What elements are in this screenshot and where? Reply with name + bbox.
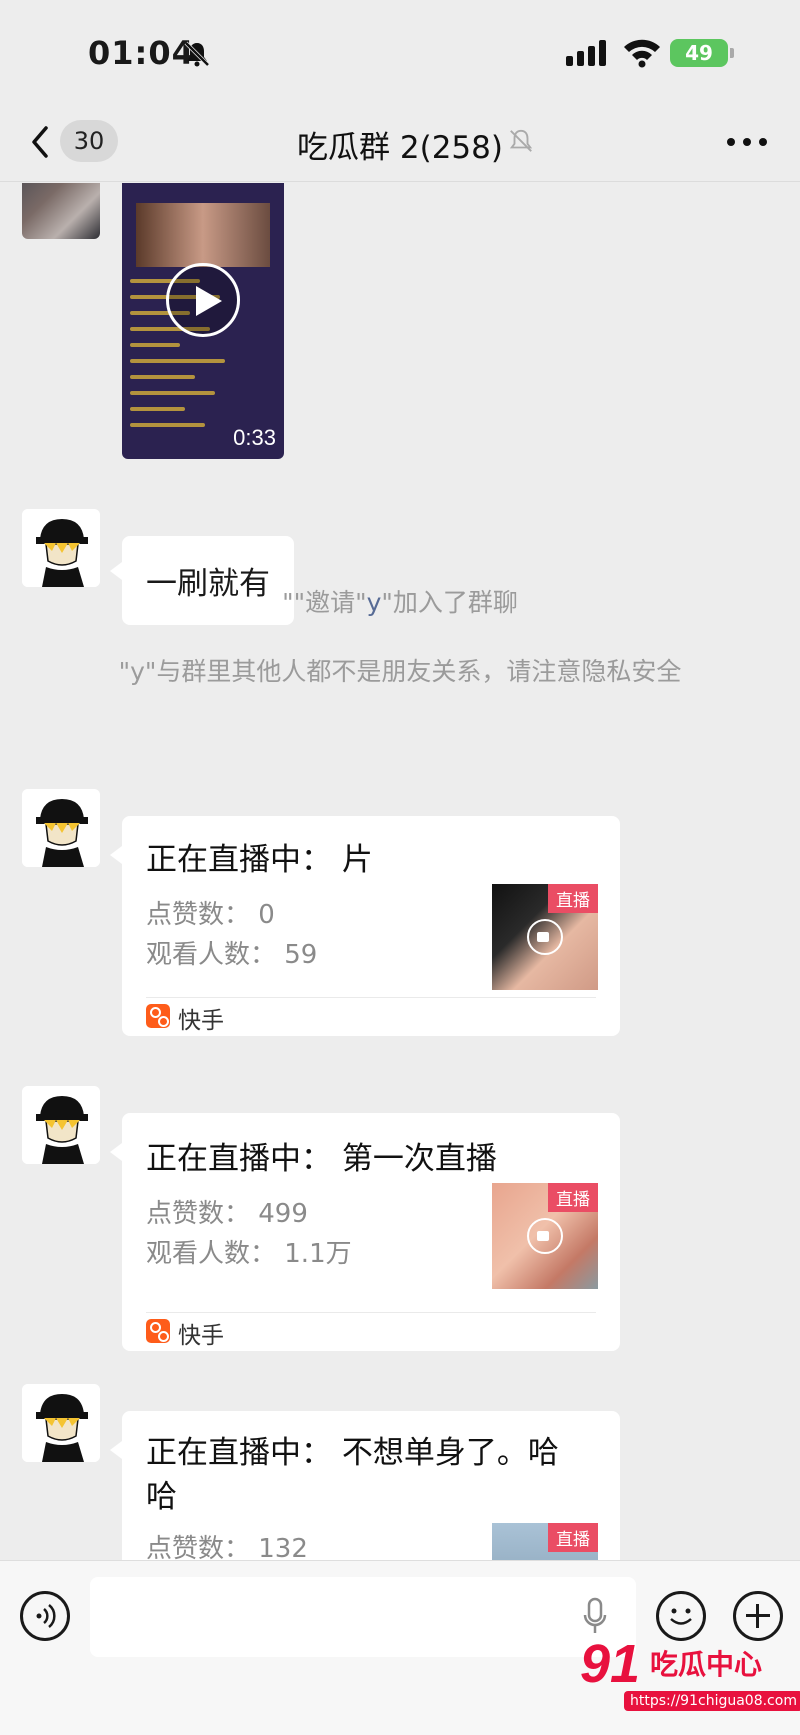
live-stream-card[interactable]: 正在直播中： 片 点赞数： 0 观看人数： 59 直播 快手 (110, 816, 620, 1036)
live-stream-card[interactable]: 正在直播中： 第一次直播 点赞数： 499 观看人数： 1.1万 直播 快手 (110, 1113, 620, 1351)
live-stream-card[interactable]: 正在直播中： 不想单身了。哈哈 点赞数： 132 直播 (110, 1411, 620, 1560)
voice-icon[interactable] (20, 1591, 70, 1641)
live-viewers: 观看人数： 59 (146, 940, 318, 970)
site-watermark: 91 吃瓜中心 https://91chigua08.com (580, 1633, 800, 1723)
live-tag: 直播 (548, 1183, 598, 1212)
live-title: 正在直播中： 第一次直播 (146, 1141, 497, 1177)
card-divider (146, 997, 596, 998)
kuaishou-icon (146, 1004, 170, 1028)
video-duration: 0:33 (233, 425, 276, 450)
live-tag: 直播 (548, 1523, 598, 1552)
signal-icon (566, 40, 608, 66)
live-title: 正在直播中： 不想单身了。哈哈 (146, 1435, 559, 1515)
message-input[interactable] (90, 1577, 636, 1657)
chat-title[interactable]: 吃瓜群 2(258) (0, 122, 800, 167)
live-tag: 直播 (548, 884, 598, 913)
bell-off-icon (184, 41, 210, 67)
more-icon[interactable] (727, 138, 767, 146)
system-message-invite: ""邀请"y"加入了群聊 (0, 583, 800, 619)
live-likes: 点赞数： 499 (146, 1199, 308, 1229)
source-label: 快手 (178, 1323, 224, 1349)
live-likes: 点赞数： 132 (146, 1534, 308, 1560)
camera-icon (527, 919, 563, 955)
kuaishou-icon (146, 1319, 170, 1343)
status-time: 01:04 (88, 34, 195, 72)
live-likes: 点赞数： 0 (146, 900, 275, 930)
live-viewers: 观看人数： 1.1万 (146, 1239, 352, 1269)
bell-off-icon (509, 129, 533, 152)
mic-icon[interactable] (582, 1597, 608, 1637)
status-bar: 01:04 49 (0, 0, 800, 100)
avatar[interactable] (22, 183, 100, 239)
avatar[interactable] (22, 1086, 100, 1164)
live-thumbnail: 直播 (492, 1183, 598, 1289)
system-message-privacy: "y"与群里其他人都不是朋友关系，请注意隐私安全 (118, 657, 682, 686)
invite-text-2: "加入了群聊 (381, 588, 518, 617)
live-thumbnail: 直播 (492, 884, 598, 990)
wifi-icon (624, 39, 660, 68)
nav-bar: 30 吃瓜群 2(258) (0, 100, 800, 182)
live-title: 正在直播中： 片 (146, 842, 373, 878)
watermark-number: 91 (580, 1634, 641, 1694)
source-label: 快手 (178, 1008, 224, 1034)
video-thumb-scene (136, 203, 270, 267)
live-thumbnail: 直播 (492, 1523, 598, 1560)
battery-cap (730, 48, 734, 58)
invitee-link[interactable]: y (367, 588, 382, 617)
card-divider (146, 1312, 596, 1313)
watermark-url: https://91chigua08.com (624, 1691, 800, 1711)
battery-icon: 49 (670, 39, 728, 67)
watermark-text: 吃瓜中心 (650, 1648, 763, 1681)
chat-message-list[interactable]: 0:33 一刷就有 ""邀请"y"加入了群聊 "y"与群里其他人都不是朋友关系，… (0, 183, 800, 1560)
play-icon[interactable] (166, 263, 240, 337)
invite-text-1: ""邀请" (282, 588, 367, 617)
avatar[interactable] (22, 1384, 100, 1462)
avatar[interactable] (22, 509, 100, 587)
video-message[interactable]: 0:33 (122, 183, 284, 459)
camera-icon (527, 1218, 563, 1254)
avatar[interactable] (22, 789, 100, 867)
